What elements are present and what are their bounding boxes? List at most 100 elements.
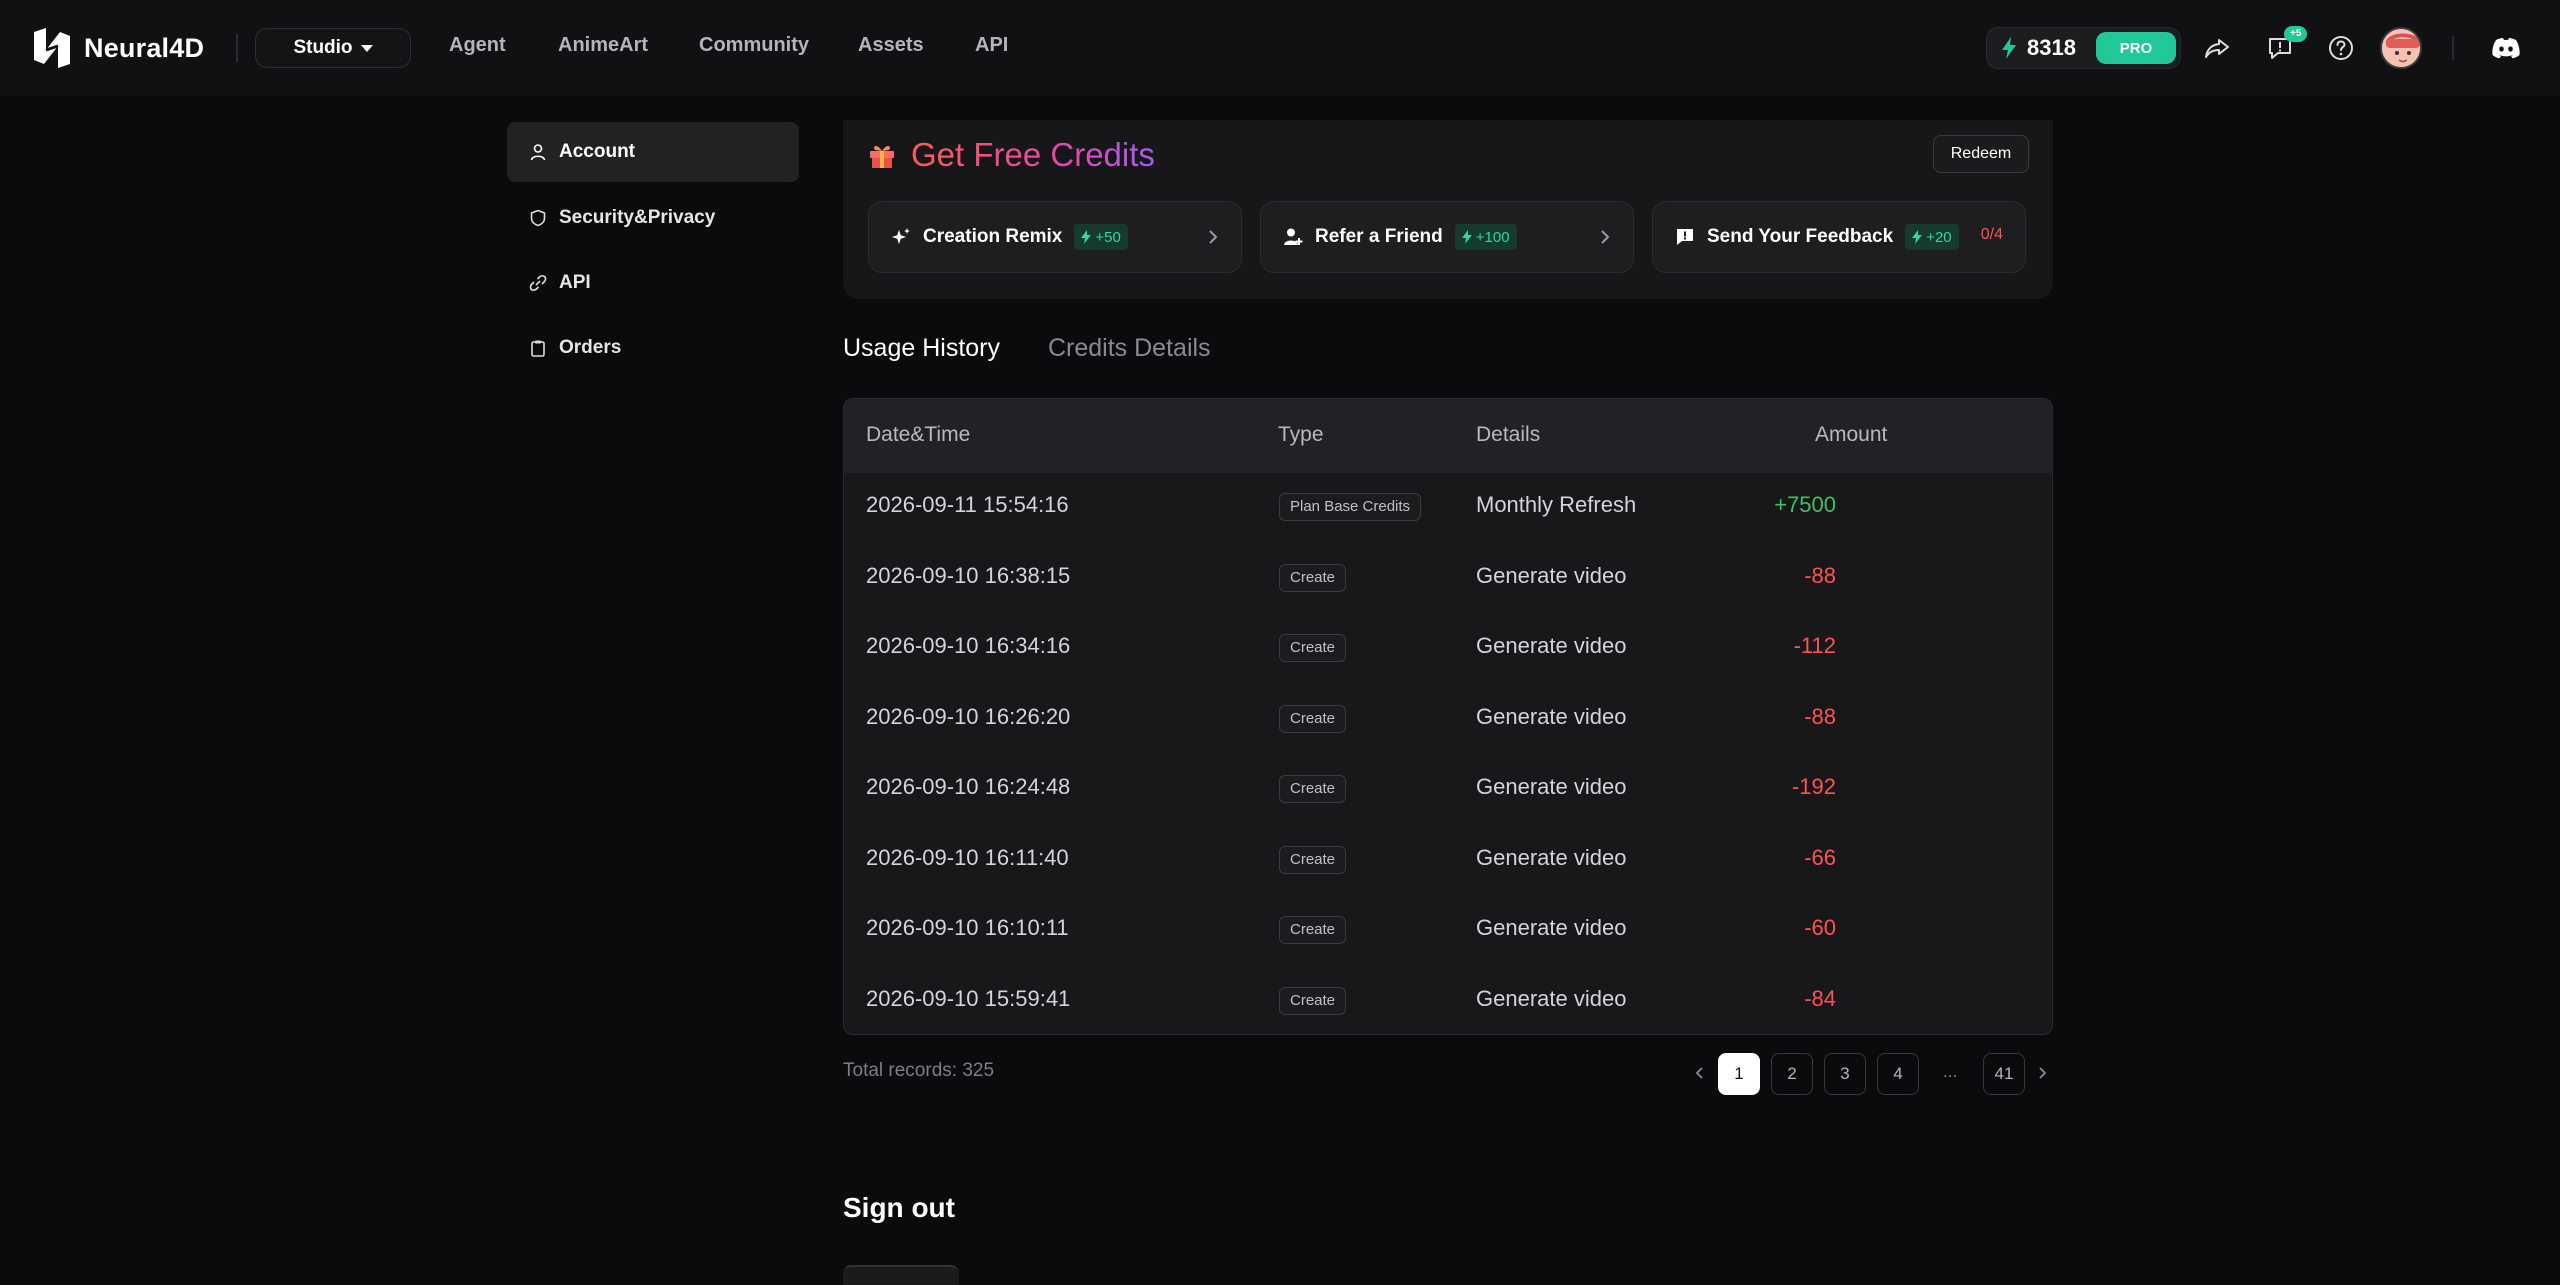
sidebar-item-label: Orders [559, 337, 622, 358]
nav-link-api[interactable]: API [975, 34, 1008, 57]
studio-label: Studio [293, 37, 353, 58]
nav-link-community[interactable]: Community [699, 34, 809, 57]
cell-datetime: 2026-09-10 16:38:15 [866, 562, 1071, 588]
sidebar-item-api[interactable]: API [507, 253, 799, 313]
tab-credits-details[interactable]: Credits Details [1048, 334, 1211, 363]
credits-balance-pill[interactable]: 8318 PRO [1986, 27, 2181, 69]
table-row: 2026-09-10 16:11:40 Create Generate video -… [844, 825, 2052, 895]
neural4d-logo-icon [34, 28, 70, 68]
user-avatar[interactable] [2380, 27, 2422, 69]
pro-plan-badge[interactable]: PRO [2096, 32, 2176, 64]
cell-amount: -88 [1804, 703, 1836, 729]
chevron-right-icon[interactable] [2036, 1063, 2048, 1083]
discord-icon [2492, 38, 2520, 59]
clipboard-icon [531, 340, 545, 357]
sidebar-item-orders[interactable]: Orders [507, 318, 799, 378]
brand-logo[interactable]: Neural4D [30, 26, 204, 70]
cell-type-chip: Create [1279, 634, 1347, 662]
notification-count-badge: +5 [2284, 26, 2308, 42]
nav-link-agent[interactable]: Agent [449, 34, 506, 57]
free-credits-card: Get Free Credits Redeem Creation Remix +… [843, 120, 2053, 299]
sidebar-item-account[interactable]: Account [507, 122, 799, 182]
column-header-details: Details [1476, 423, 1541, 446]
redeem-button[interactable]: Redeem [1933, 135, 2029, 173]
cell-type-chip: Create [1279, 775, 1347, 803]
sidebar-item-label: API [559, 272, 591, 293]
lightning-icon [1461, 230, 1472, 244]
nav-link-assets[interactable]: Assets [858, 34, 924, 57]
cell-amount: -88 [1804, 562, 1836, 588]
cell-type-chip: Plan Base Credits [1279, 493, 1422, 521]
column-header-amount: Amount [1815, 423, 1888, 446]
cell-datetime: 2026-09-10 16:11:40 [866, 844, 1069, 870]
task-reward-value: +20 [1926, 228, 1952, 246]
avatar-face-icon [2382, 29, 2420, 67]
task-creation-remix[interactable]: Creation Remix +50 [868, 201, 1242, 273]
task-progress: 0/4 [1980, 226, 2003, 243]
sidebar-item-security-privacy[interactable]: Security&Privacy [507, 188, 799, 248]
share-button[interactable] [2199, 30, 2235, 66]
task-reward-badge: +20 [1905, 224, 1959, 250]
cell-details: Generate video [1476, 844, 1627, 870]
help-button[interactable] [2323, 30, 2359, 66]
page-button-4[interactable]: 4 [1877, 1053, 1919, 1095]
cell-details: Generate video [1476, 633, 1627, 658]
task-refer-a-friend[interactable]: Refer a Friend +100 [1260, 201, 1634, 273]
cell-details: Generate video [1476, 562, 1627, 588]
credits-balance: 8318 [2027, 35, 2076, 60]
cell-datetime: 2026-09-11 15:54:16 [866, 492, 1069, 517]
share-icon [2205, 39, 2229, 58]
cell-type-chip: Create [1279, 916, 1347, 944]
cell-datetime: 2026-09-10 16:10:11 [866, 915, 1069, 940]
page-button-1[interactable]: 1 [1718, 1053, 1760, 1095]
sparkle-icon [892, 228, 910, 244]
column-header-datetime: Date&Time [866, 423, 971, 446]
table-row: 2026-09-10 16:26:20 Create Generate video -… [844, 684, 2052, 754]
table-row: 2026-09-10 16:10:11 Create Generate video -… [844, 895, 2052, 965]
free-credits-header: Get Free Credits [867, 136, 1155, 174]
table-row: 2026-09-10 16:24:48 Create Generate video -… [844, 754, 2052, 824]
caret-down-icon [360, 44, 373, 52]
top-navigation-bar: Neural4D Studio Agent AnimeArt Community… [0, 0, 2560, 96]
task-reward-badge: +50 [1074, 224, 1128, 250]
user-icon [530, 144, 546, 161]
sign-out-button[interactable] [843, 1265, 959, 1285]
tab-usage-history[interactable]: Usage History [843, 334, 1000, 363]
nav-divider-right [2452, 36, 2454, 60]
cell-details: Generate video [1476, 985, 1627, 1011]
chevron-left-icon[interactable] [1694, 1063, 1706, 1083]
feedback-icon [1677, 229, 1693, 245]
task-reward-badge: +100 [1454, 224, 1517, 250]
cell-details: Generate video [1476, 703, 1627, 729]
user-plus-icon [1284, 228, 1303, 245]
sign-out-heading: Sign out [843, 1192, 955, 1223]
page-button-last[interactable]: 41 [1983, 1053, 2025, 1095]
cell-details: Generate video [1476, 774, 1627, 799]
pagination-ellipsis: ... [1943, 1062, 1958, 1081]
lightning-icon [2002, 37, 2016, 59]
cell-type-chip: Create [1279, 563, 1347, 592]
task-reward-value: +100 [1475, 228, 1510, 246]
brand-name: Neural4D [84, 32, 205, 63]
sidebar-item-label: Account [559, 141, 635, 162]
studio-dropdown-button[interactable]: Studio [255, 28, 411, 68]
cell-amount: -112 [1793, 633, 1836, 658]
task-label: Send Your Feedback [1707, 226, 1894, 247]
page-button-3[interactable]: 3 [1824, 1053, 1866, 1095]
page-button-2[interactable]: 2 [1771, 1053, 1813, 1095]
free-credits-title: Get Free Credits [911, 136, 1155, 173]
cell-type-chip: Create [1279, 704, 1347, 733]
nav-divider [236, 34, 238, 62]
cell-type-chip: Create [1279, 845, 1347, 874]
table-row: 2026-09-10 16:38:15 Create Generate video -… [844, 543, 2052, 613]
cell-amount: +7500 [1774, 492, 1836, 517]
discord-button[interactable] [2488, 30, 2524, 66]
table-row: 2026-09-11 15:54:16 Plan Base Credits Mont… [844, 472, 2052, 542]
nav-link-animeart[interactable]: AnimeArt [558, 34, 648, 57]
cell-datetime: 2026-09-10 16:26:20 [866, 703, 1071, 729]
cell-type-chip: Create [1279, 986, 1347, 1015]
task-send-feedback[interactable]: Send Your Feedback +20 0/4 [1652, 201, 2026, 273]
table-row: 2026-09-10 16:34:16 Create Generate video -… [844, 613, 2052, 683]
link-icon [529, 275, 547, 291]
column-header-type: Type [1278, 423, 1324, 446]
